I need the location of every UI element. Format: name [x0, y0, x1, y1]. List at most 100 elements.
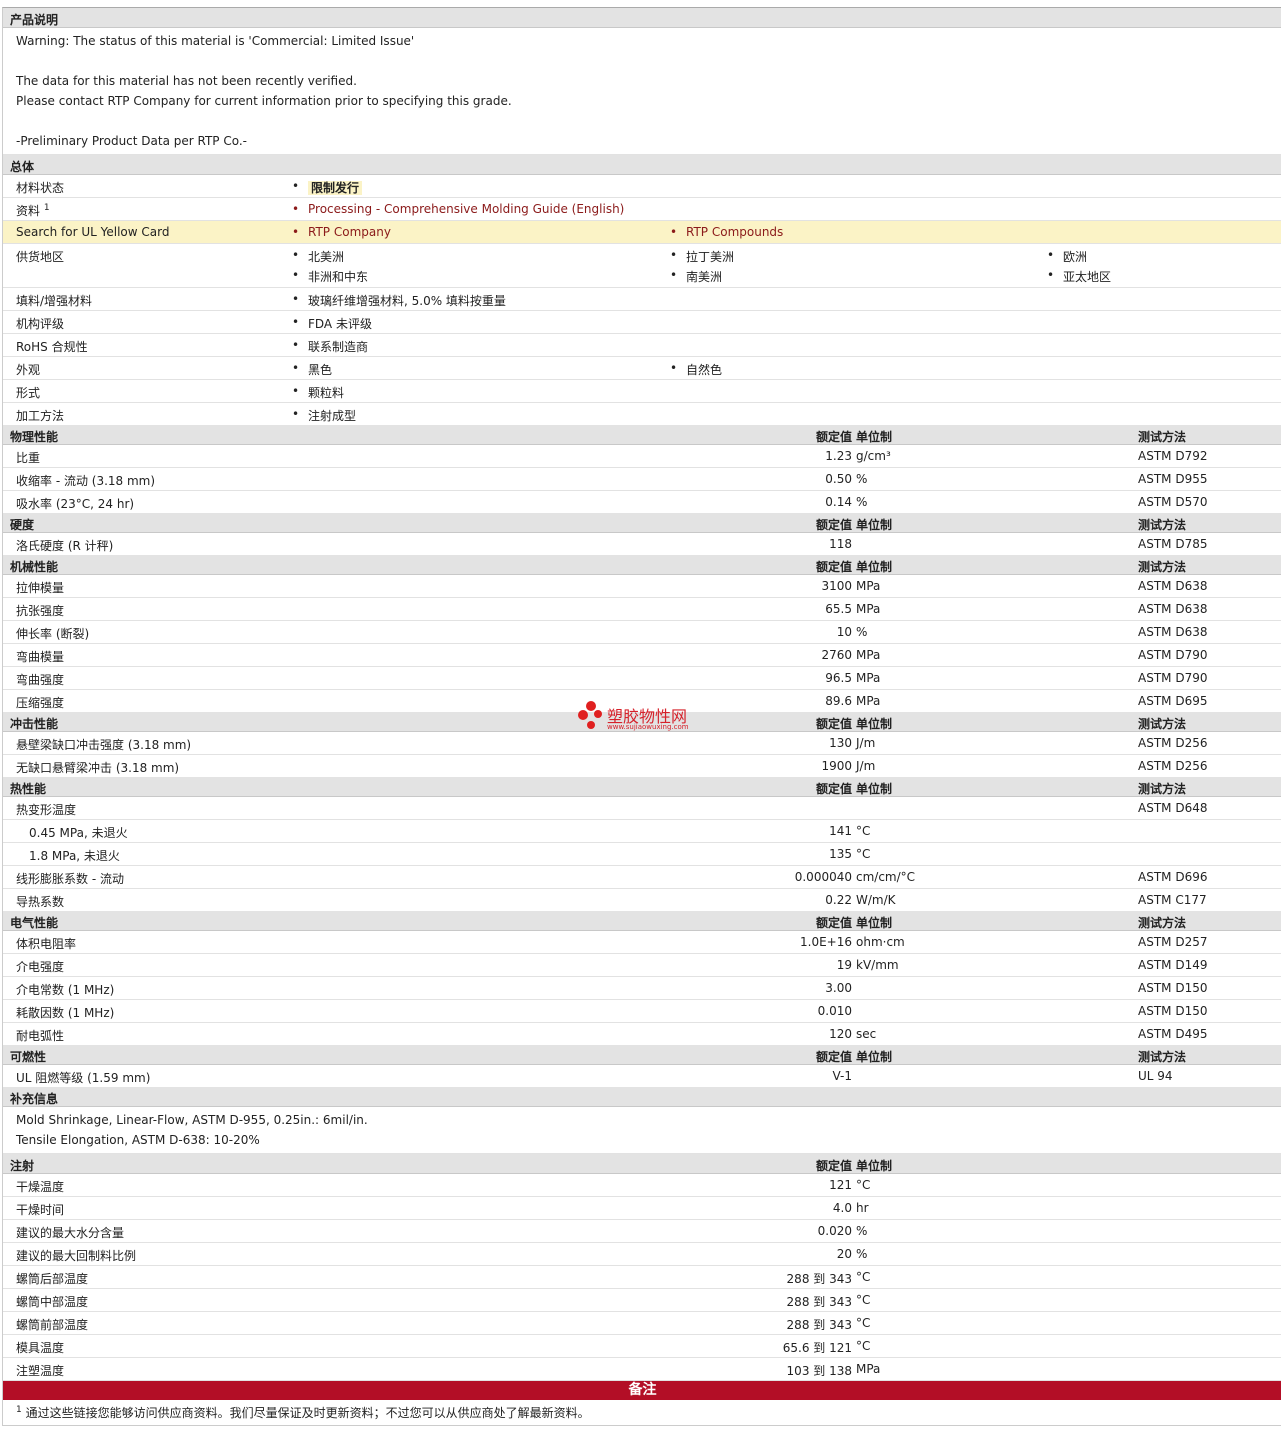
test-method: ASTM D638: [1138, 602, 1208, 616]
property-label: 弯曲强度: [16, 673, 65, 687]
col-header-unit: 单位制: [856, 518, 893, 532]
description-text: Warning: The status of this material is …: [3, 28, 1281, 155]
property-label: 注塑温度: [16, 1364, 65, 1378]
property-unit: MPa: [856, 648, 881, 662]
section-title: 电气性能: [10, 916, 59, 930]
property-unit: %: [856, 472, 868, 486]
property-value: 1900: [821, 759, 852, 773]
property-label: 1.8 MPa, 未退火: [29, 849, 120, 863]
general-row-info: 资料 1 Processing - Comprehensive Molding …: [3, 198, 1281, 221]
property-value: 4.0: [832, 1201, 852, 1215]
molding-guide-link[interactable]: Processing - Comprehensive Molding Guide…: [292, 202, 624, 216]
section-header-injection: 注射 额定值 单位制: [3, 1154, 1281, 1174]
injection-row: 模具温度 65.6 到 121 °C: [3, 1335, 1281, 1358]
agency-value: FDA 未评级: [292, 315, 372, 332]
property-unit: %: [856, 1224, 868, 1238]
property-unit: hr: [856, 1201, 869, 1215]
property-label: 导热系数: [16, 895, 65, 909]
description-line: The data for this material has not been …: [16, 74, 357, 88]
property-value: 96.5: [825, 671, 852, 685]
property-label: 收缩率 - 流动 (3.18 mm): [16, 474, 156, 488]
property-value: 10: [836, 625, 852, 639]
col-header-value: 额定值: [815, 782, 852, 796]
description-line: -Preliminary Product Data per RTP Co.-: [16, 134, 247, 148]
section-header-supplemental: 补充信息: [3, 1087, 1281, 1107]
property-value: V-1: [832, 1069, 852, 1083]
property-sections: 物理性能 额定值 单位制 测试方法 比重 1.23 g/cm³ ASTM D792 收缩率 - …: [3, 425, 1281, 1087]
section-title: 可燃性: [10, 1050, 47, 1064]
property-label: 抗张强度: [16, 604, 65, 618]
section-title: 热性能: [10, 782, 47, 796]
section-title: 冲击性能: [10, 717, 59, 731]
property-unit: g/cm³: [856, 449, 891, 463]
property-label: 压缩强度: [16, 696, 65, 710]
info-label-text: 资料: [16, 204, 41, 218]
property-row: 拉伸模量 3100 MPa ASTM D638: [3, 575, 1281, 598]
supplemental-line: Mold Shrinkage, Linear-Flow, ASTM D-955,…: [16, 1113, 368, 1127]
description-line: [16, 111, 1269, 131]
section-header-general: 总体: [3, 155, 1281, 175]
property-label: 无缺口悬臂梁冲击 (3.18 mm): [16, 761, 180, 775]
property-label: 伸长率 (断裂): [16, 627, 90, 641]
test-method: ASTM D570: [1138, 495, 1208, 509]
property-label: 弯曲模量: [16, 650, 65, 664]
property-label: 干燥温度: [16, 1180, 65, 1194]
property-label: 拉伸模量: [16, 581, 65, 595]
property-label: 螺筒后部温度: [16, 1272, 89, 1286]
footnote: 1 通过这些链接您能够访问供应商资料。我们尽量保证及时更新资料；不过您可以从供应…: [3, 1400, 1281, 1426]
col-header-method: 测试方法: [1138, 518, 1187, 532]
property-value: 130: [829, 736, 852, 750]
property-row: 弯曲强度 96.5 MPa ASTM D790: [3, 667, 1281, 690]
rohs-value: 联系制造商: [292, 338, 368, 355]
test-method: ASTM D150: [1138, 981, 1208, 995]
injection-row: 螺筒前部温度 288 到 343 °C: [3, 1312, 1281, 1335]
property-label: 介电强度: [16, 960, 65, 974]
property-value: 89.6: [825, 694, 852, 708]
section-header: 物理性能 额定值 单位制 测试方法: [3, 425, 1281, 445]
property-row: 无缺口悬臂梁冲击 (3.18 mm) 1900 J/m ASTM D256: [3, 755, 1281, 777]
test-method: ASTM D256: [1138, 759, 1208, 773]
section-header-description: 产品说明: [3, 8, 1281, 28]
notes-header: 备注: [3, 1381, 1281, 1400]
test-method: ASTM D256: [1138, 736, 1208, 750]
row-label: 填料/增强材料: [16, 294, 93, 308]
property-unit: °C: [856, 1270, 871, 1284]
col-header-value: 额定值: [815, 916, 852, 930]
property-label: 螺筒前部温度: [16, 1318, 89, 1332]
row-label: 加工方法: [16, 409, 65, 423]
region-item: 拉丁美洲: [670, 248, 734, 265]
property-row: 悬壁梁缺口冲击强度 (3.18 mm) 130 J/m ASTM D256: [3, 732, 1281, 755]
general-row-status: 材料状态 限制发行: [3, 175, 1281, 198]
property-unit: MPa: [856, 579, 881, 593]
rtp-compounds-link[interactable]: RTP Compounds: [670, 225, 783, 239]
property-label: 耗散因数 (1 MHz): [16, 1006, 115, 1020]
rtp-company-link[interactable]: RTP Company: [292, 225, 391, 239]
property-row: 介电强度 19 kV/mm ASTM D149: [3, 954, 1281, 977]
injection-row: 建议的最大水分含量 0.020%: [3, 1220, 1281, 1243]
row-label: 材料状态: [16, 181, 65, 195]
property-label: UL 阻燃等级 (1.59 mm): [16, 1071, 151, 1085]
property-unit: J/m: [856, 759, 876, 773]
property-unit: °C: [856, 847, 871, 861]
property-value: 2760: [821, 648, 852, 662]
section-title: 硬度: [10, 518, 35, 532]
property-row: UL 阻燃等级 (1.59 mm) V-1 UL 94: [3, 1065, 1281, 1087]
col-header-unit: 单位制: [856, 560, 893, 574]
property-label: 洛氏硬度 (R 计秤): [16, 539, 114, 553]
property-row: 耗散因数 (1 MHz) 0.010 ASTM D150: [3, 1000, 1281, 1023]
property-value: 1.0E+16: [800, 935, 852, 949]
property-row: 弯曲模量 2760 MPa ASTM D790: [3, 644, 1281, 667]
region-item: 亚太地区: [1047, 268, 1111, 285]
logo-dots-icon: [578, 701, 602, 729]
property-unit: W/m/K: [856, 893, 896, 907]
property-unit: %: [856, 1247, 868, 1261]
region-item: 欧洲: [1047, 248, 1087, 265]
property-row: 收缩率 - 流动 (3.18 mm) 0.50% ASTM D955: [3, 468, 1281, 491]
col-header-value: 额定值: [815, 1050, 852, 1064]
injection-row: 干燥时间 4.0 hr: [3, 1197, 1281, 1220]
col-header-method: 测试方法: [1138, 560, 1187, 574]
col-header-unit: 单位制: [856, 430, 893, 444]
property-row: 抗张强度 65.5 MPa ASTM D638: [3, 598, 1281, 621]
watermark-logo: 塑胶物性网 www.sujiaowuxing.com: [578, 700, 689, 735]
property-label: 介电常数 (1 MHz): [16, 983, 115, 997]
